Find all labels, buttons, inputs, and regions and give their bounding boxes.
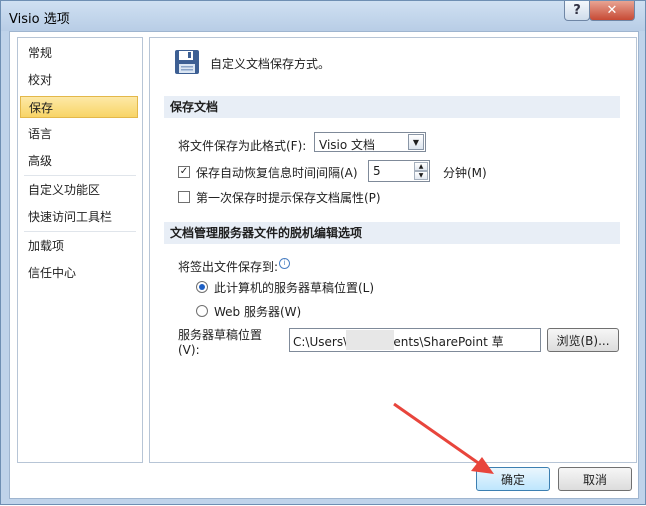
save-format-select[interactable]: Visio 文档 ▼ bbox=[314, 132, 426, 152]
redacted-region bbox=[346, 330, 394, 350]
floppy-disk-icon bbox=[175, 50, 199, 74]
autorecover-interval-spinner[interactable]: 5 ▲ ▼ bbox=[368, 160, 430, 182]
radio-local-drafts-label: 此计算机的服务器草稿位置(L) bbox=[214, 281, 375, 295]
prompt-properties-label: 第一次保存时提示保存文档属性(P) bbox=[196, 191, 381, 205]
window-title: Visio 选项 bbox=[9, 12, 70, 27]
options-sidebar: 常规 校对 保存 语言 高级 自定义功能区 快速访问工具栏 加载项 信任中心 bbox=[17, 37, 143, 463]
sidebar-item-customize-ribbon[interactable]: 自定义功能区 bbox=[20, 179, 138, 201]
info-icon: i bbox=[279, 258, 291, 269]
help-button[interactable]: ? bbox=[564, 1, 590, 21]
sidebar-item-general[interactable]: 常规 bbox=[20, 42, 138, 64]
sidebar-item-advanced[interactable]: 高级 bbox=[20, 150, 138, 172]
save-format-label: 将文件保存为此格式(F): bbox=[178, 139, 307, 153]
save-format-value: Visio 文档 bbox=[319, 138, 376, 152]
chevron-down-icon[interactable]: ▼ bbox=[408, 134, 424, 150]
prompt-properties-checkbox[interactable] bbox=[178, 191, 190, 203]
drafts-location-value: C:\Users\ Documents\SharePoint 草 bbox=[293, 335, 504, 349]
spin-down-icon[interactable]: ▼ bbox=[414, 171, 428, 180]
close-button[interactable]: ✕ bbox=[589, 1, 635, 21]
drafts-location-input[interactable]: C:\Users\ Documents\SharePoint 草 bbox=[289, 328, 541, 352]
ok-button[interactable]: 确定 bbox=[476, 467, 550, 491]
sidebar-item-addins[interactable]: 加载项 bbox=[20, 235, 138, 257]
cancel-button[interactable]: 取消 bbox=[558, 467, 632, 491]
checkout-location-label: 将签出文件保存到: i bbox=[178, 258, 291, 275]
autorecover-label: 保存自动恢复信息时间间隔(A) bbox=[196, 166, 358, 180]
page-heading: 自定义文档保存方式。 bbox=[210, 57, 331, 71]
options-dialog: Visio 选项 ? ✕ 常规 校对 保存 语言 高级 自定义功能区 快速访问工… bbox=[0, 0, 646, 505]
radio-web-server[interactable] bbox=[196, 305, 208, 317]
section-save-documents: 保存文档 bbox=[164, 96, 620, 118]
radio-local-drafts[interactable] bbox=[196, 281, 208, 293]
autorecover-interval-value: 5 bbox=[373, 164, 381, 178]
sidebar-item-trust-center[interactable]: 信任中心 bbox=[20, 262, 138, 284]
drafts-location-label-accel: (V): bbox=[178, 343, 200, 357]
dialog-body: 常规 校对 保存 语言 高级 自定义功能区 快速访问工具栏 加载项 信任中心 自… bbox=[9, 31, 639, 499]
autorecover-checkbox[interactable]: ✓ bbox=[178, 166, 190, 178]
sidebar-item-language[interactable]: 语言 bbox=[20, 123, 138, 145]
spin-up-icon[interactable]: ▲ bbox=[414, 162, 428, 171]
browse-button[interactable]: 浏览(B)... bbox=[547, 328, 619, 352]
title-bar: Visio 选项 ? ✕ bbox=[1, 1, 645, 31]
sidebar-item-quick-access-toolbar[interactable]: 快速访问工具栏 bbox=[20, 206, 138, 228]
sidebar-item-save[interactable]: 保存 bbox=[20, 96, 138, 118]
sidebar-divider bbox=[24, 231, 136, 232]
sidebar-item-proofing[interactable]: 校对 bbox=[20, 69, 138, 91]
sidebar-divider bbox=[24, 175, 136, 176]
drafts-location-label: 服务器草稿位置 bbox=[178, 328, 263, 342]
options-content: 自定义文档保存方式。 保存文档 将文件保存为此格式(F): Visio 文档 ▼… bbox=[149, 37, 637, 463]
autorecover-unit-label: 分钟(M) bbox=[443, 166, 487, 180]
section-offline-editing: 文档管理服务器文件的脱机编辑选项 bbox=[164, 222, 620, 244]
radio-web-server-label: Web 服务器(W) bbox=[214, 305, 302, 319]
